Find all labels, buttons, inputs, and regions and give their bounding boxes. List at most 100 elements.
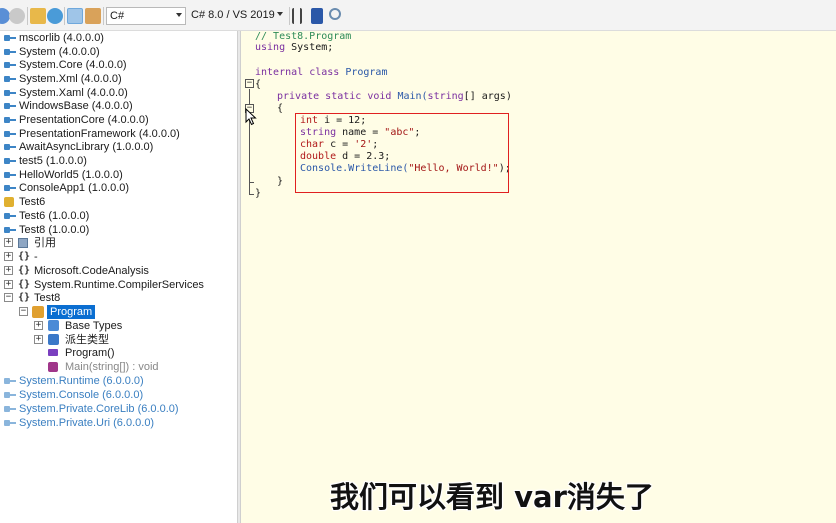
namespace-icon: {} bbox=[18, 292, 31, 303]
assembly-icon bbox=[4, 157, 16, 165]
tree-item-label: Program bbox=[47, 305, 96, 319]
assembly-icon bbox=[4, 391, 16, 399]
fold-guide-end bbox=[249, 182, 254, 183]
show-all-icon[interactable] bbox=[85, 8, 101, 24]
expand-icon[interactable]: + bbox=[4, 280, 13, 289]
assembly-icon bbox=[4, 130, 16, 138]
tree-item-label: System.Runtime.CompilerServices bbox=[34, 279, 204, 291]
show-internal-icon[interactable] bbox=[67, 8, 83, 24]
namespace-icon: {} bbox=[18, 251, 31, 262]
manual-icon[interactable] bbox=[311, 8, 323, 24]
tree-item-label: 派生类型 bbox=[65, 334, 109, 346]
version-select[interactable]: C# 8.0 / VS 2019 bbox=[188, 7, 286, 25]
expand-icon[interactable]: + bbox=[4, 238, 13, 247]
base-types-icon bbox=[48, 320, 59, 331]
code-keyword: void bbox=[361, 91, 392, 102]
code-view[interactable]: // Test8.Program using System; internal … bbox=[241, 31, 836, 523]
class-icon bbox=[32, 306, 44, 318]
namespace-icon: {} bbox=[18, 265, 31, 276]
assembly-icon bbox=[4, 143, 16, 151]
code-keyword: string bbox=[427, 91, 464, 102]
assembly-icon bbox=[4, 419, 16, 427]
tree-item-label: ConsoleApp1 (1.0.0.0) bbox=[19, 182, 130, 194]
toolbar: C# C# 8.0 / VS 2019 bbox=[0, 0, 836, 31]
assembly-tree: mscorlib (4.0.0.0) System (4.0.0.0) Syst… bbox=[0, 31, 237, 523]
static-method-icon bbox=[48, 362, 58, 372]
code-brace: { bbox=[277, 103, 284, 114]
tree-item-label: System.Core (4.0.0.0) bbox=[19, 59, 127, 71]
mouse-cursor-icon bbox=[245, 108, 257, 126]
collapse-icon[interactable]: − bbox=[19, 307, 28, 316]
code-line-main: private static void Main(string[] args) bbox=[277, 91, 512, 103]
assembly-icon bbox=[4, 184, 16, 192]
assembly-icon bbox=[4, 61, 16, 69]
warning-assembly-icon bbox=[4, 197, 14, 207]
assembly-icon bbox=[4, 171, 16, 179]
code-keyword: class bbox=[303, 67, 340, 78]
tree-item-label: System.Private.CoreLib (6.0.0.0) bbox=[19, 403, 179, 415]
assembly-icon bbox=[4, 212, 16, 220]
forward-icon[interactable] bbox=[9, 8, 25, 24]
tree-item-label: Test8 (1.0.0.0) bbox=[19, 224, 90, 236]
fold-toggle-icon[interactable]: − bbox=[245, 79, 254, 88]
expand-icon[interactable]: + bbox=[34, 321, 43, 330]
tree-item-label: Base Types bbox=[65, 320, 123, 332]
tree-item-label: 引用 bbox=[34, 237, 56, 249]
assembly-icon bbox=[4, 405, 16, 413]
chevron-down-icon bbox=[277, 12, 283, 16]
expand-icon[interactable]: + bbox=[4, 252, 13, 261]
assembly-icon bbox=[4, 116, 16, 124]
search-icon[interactable] bbox=[329, 8, 341, 20]
tree-item-label: Test6 bbox=[19, 196, 46, 208]
code-keyword: internal bbox=[255, 67, 304, 78]
code-brace: { bbox=[255, 79, 262, 90]
chevron-down-icon bbox=[176, 13, 182, 17]
version-value: C# 8.0 / VS 2019 bbox=[191, 9, 275, 21]
expand-icon[interactable]: + bbox=[34, 335, 43, 344]
tree-item-label: Main(string[]) : void bbox=[65, 361, 159, 373]
open-file-icon[interactable] bbox=[30, 8, 46, 24]
tree-item-label: System.Runtime (6.0.0.0) bbox=[19, 375, 144, 387]
references-icon bbox=[18, 238, 28, 248]
fold-guide-end bbox=[249, 194, 254, 195]
video-subtitle: 我们可以看到 var消失了 bbox=[330, 480, 654, 514]
tree-item-label: mscorlib (4.0.0.0) bbox=[19, 32, 104, 44]
assembly-icon bbox=[4, 75, 16, 83]
language-select[interactable]: C# bbox=[106, 7, 186, 25]
constructor-icon bbox=[48, 349, 58, 356]
code-line-class: internal class Program bbox=[255, 67, 387, 79]
code-line-using: using System; bbox=[255, 42, 333, 54]
toolbar-separator bbox=[103, 7, 104, 25]
tree-item-label: System.Xaml (4.0.0.0) bbox=[19, 87, 128, 99]
assembly-icon bbox=[4, 377, 16, 385]
sort-icon[interactable] bbox=[292, 8, 302, 24]
tree-item-label: Program() bbox=[65, 347, 115, 359]
tree-item-label: System.Xml (4.0.0.0) bbox=[19, 73, 122, 85]
code-text: System; bbox=[285, 42, 334, 53]
toolbar-separator bbox=[64, 7, 65, 25]
tree-item-label: HelloWorld5 (1.0.0.0) bbox=[19, 169, 123, 181]
assembly-icon bbox=[4, 48, 16, 56]
language-value: C# bbox=[110, 10, 125, 22]
tree-item-label: System (4.0.0.0) bbox=[19, 46, 100, 58]
tree-item-label: System.Private.Uri (6.0.0.0) bbox=[19, 417, 155, 429]
code-brace: } bbox=[277, 176, 284, 187]
tree-item-label: System.Console (6.0.0.0) bbox=[19, 389, 144, 401]
code-method-name: Main( bbox=[391, 91, 428, 102]
code-keyword: static bbox=[319, 91, 362, 102]
tree-item-label: test5 (1.0.0.0) bbox=[19, 155, 87, 167]
expand-icon[interactable]: + bbox=[4, 266, 13, 275]
collapse-icon[interactable]: − bbox=[4, 293, 13, 302]
toolbar-separator bbox=[27, 7, 28, 25]
refresh-icon[interactable] bbox=[47, 8, 63, 24]
assembly-icon bbox=[4, 226, 16, 234]
assembly-icon bbox=[4, 102, 16, 110]
tree-item-label: AwaitAsyncLibrary (1.0.0.0) bbox=[19, 141, 154, 153]
derived-types-icon bbox=[48, 334, 59, 345]
tree-item-label: WindowsBase (4.0.0.0) bbox=[19, 100, 133, 112]
code-text: [] args) bbox=[463, 91, 512, 102]
toolbar-separator bbox=[289, 7, 290, 25]
code-keyword: using bbox=[255, 42, 286, 53]
tree-item-label: PresentationFramework (4.0.0.0) bbox=[19, 128, 180, 140]
code-brace: } bbox=[255, 188, 262, 199]
